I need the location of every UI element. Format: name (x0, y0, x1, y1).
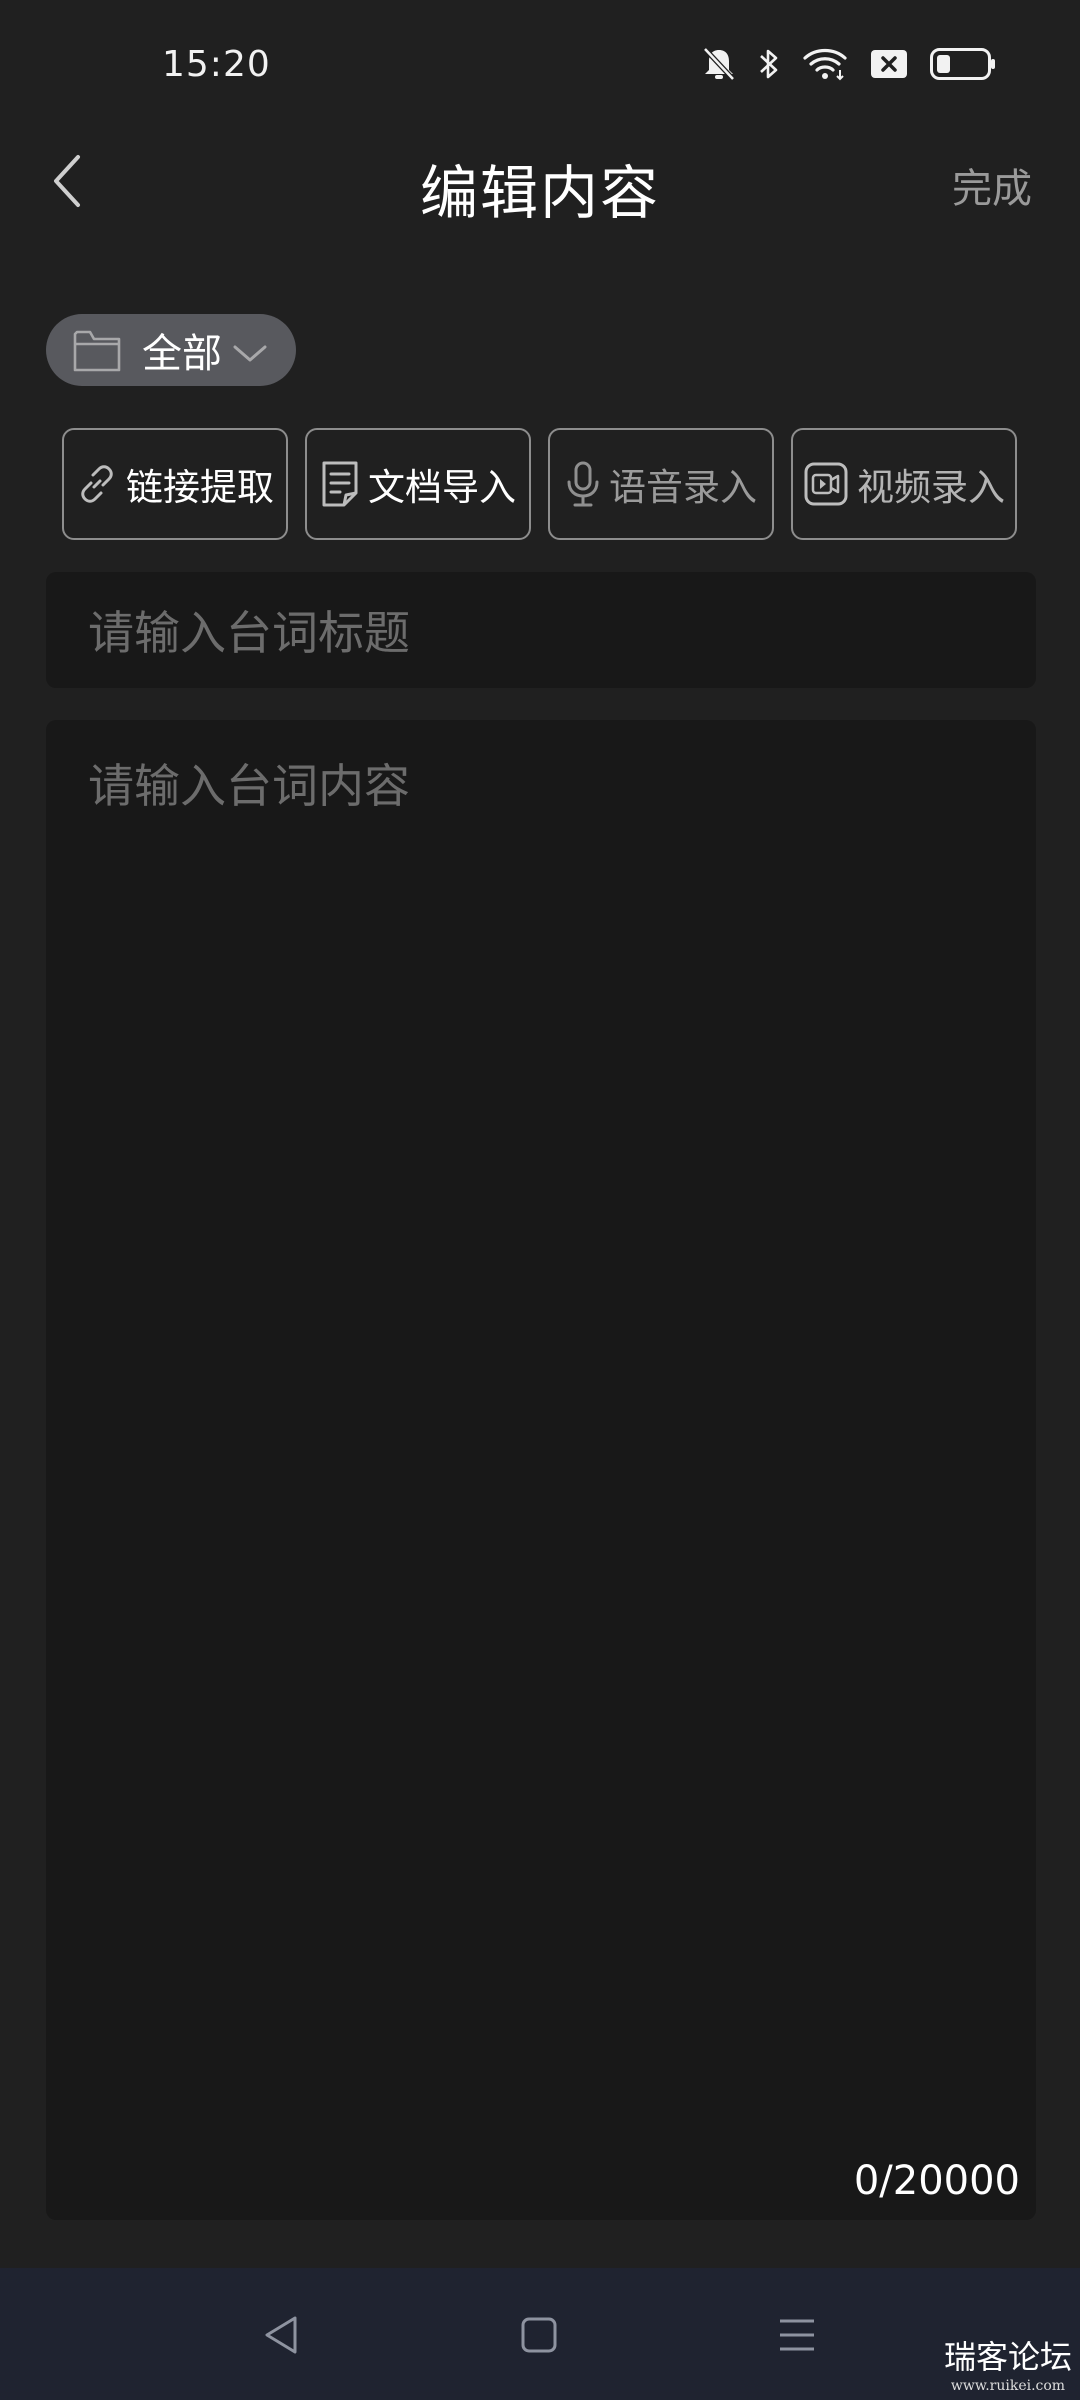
document-import-label: 文档导入 (368, 466, 516, 509)
microphone-icon (567, 461, 599, 507)
link-extract-label: 链接提取 (126, 466, 274, 509)
bell-off-icon (702, 46, 736, 86)
document-icon (322, 461, 358, 507)
link-extract-button[interactable]: 链接提取 (62, 428, 288, 540)
status-icons (702, 46, 996, 86)
title-input[interactable]: 请输入台词标题 (46, 572, 1036, 688)
home-square-icon (521, 2317, 557, 2353)
content-input-placeholder: 请输入台词内容 (88, 759, 410, 813)
character-count: 0/20000 (853, 2158, 1020, 2204)
document-import-button[interactable]: 文档导入 (305, 428, 531, 540)
chevron-down-icon (233, 345, 267, 362)
video-icon (804, 462, 848, 506)
category-label: 全部 (142, 331, 222, 377)
video-input-label: 视频录入 (857, 466, 1005, 509)
watermark: 瑞客论坛 www.ruikei.com (944, 2332, 1072, 2394)
page-title: 编辑内容 (419, 159, 660, 227)
wifi-icon (802, 46, 848, 86)
sim-off-icon (870, 49, 908, 83)
status-time: 15:20 (162, 44, 271, 85)
battery-icon (930, 48, 996, 84)
category-dropdown[interactable]: 全部 (46, 314, 296, 386)
bluetooth-icon (758, 46, 780, 86)
nav-home-button[interactable] (504, 2300, 574, 2370)
back-triangle-icon (265, 2316, 297, 2354)
video-input-button[interactable]: 视频录入 (791, 428, 1017, 540)
navigation-bar: 瑞客论坛 www.ruikei.com (0, 2268, 1080, 2400)
voice-input-label: 语音录入 (609, 466, 757, 509)
done-button[interactable]: 完成 (952, 156, 1032, 214)
title-input-placeholder: 请输入台词标题 (88, 606, 410, 660)
watermark-text: 瑞客论坛 (943, 2338, 1072, 2376)
nav-menu-button[interactable] (762, 2300, 832, 2370)
nav-back-button[interactable] (246, 2300, 316, 2370)
folder-icon (73, 330, 121, 372)
menu-lines-icon (780, 2319, 814, 2351)
voice-input-button[interactable]: 语音录入 (548, 428, 774, 540)
link-icon (81, 465, 113, 503)
watermark-url: www.ruikei.com (950, 2378, 1066, 2394)
content-textarea[interactable]: 请输入台词内容 0/20000 (46, 720, 1036, 2220)
